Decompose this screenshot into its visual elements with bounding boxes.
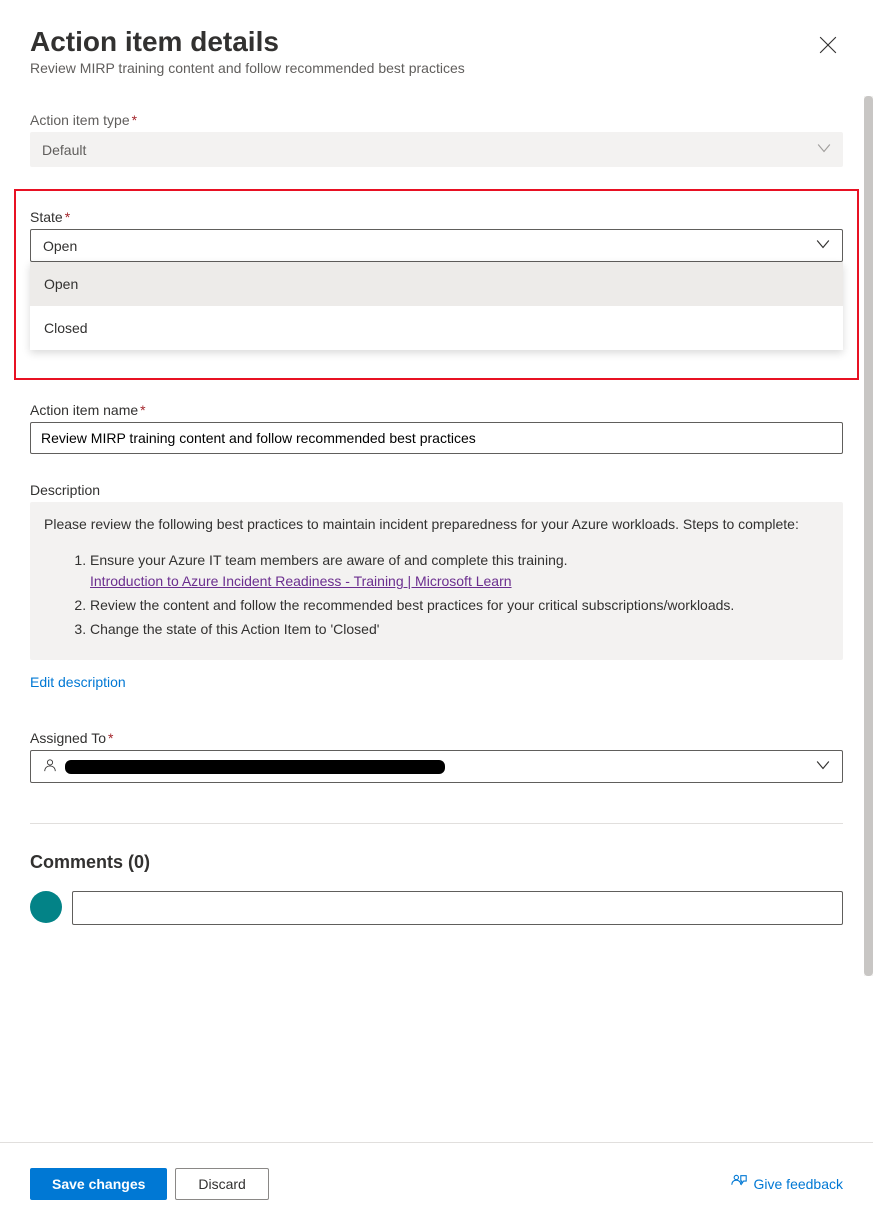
- scrollbar-thumb[interactable]: [864, 96, 873, 976]
- save-button[interactable]: Save changes: [30, 1168, 167, 1200]
- page-title: Action item details: [30, 26, 465, 58]
- discard-button[interactable]: Discard: [175, 1168, 268, 1200]
- assigned-value-redacted: [65, 760, 445, 774]
- comment-input[interactable]: [72, 891, 843, 925]
- description-intro: Please review the following best practic…: [44, 516, 799, 532]
- type-label: Action item type*: [30, 112, 843, 128]
- state-select[interactable]: Open: [30, 229, 843, 262]
- state-value: Open: [43, 238, 77, 254]
- type-value: Default: [42, 142, 86, 158]
- edit-description-link[interactable]: Edit description: [30, 674, 843, 690]
- desc-step-1: Ensure your Azure IT team members are aw…: [90, 550, 829, 593]
- chevron-down-icon: [816, 758, 830, 775]
- person-icon: [43, 758, 57, 775]
- footer: Save changes Discard Give feedback: [0, 1142, 873, 1224]
- description-label: Description: [30, 482, 843, 498]
- desc-step-3: Change the state of this Action Item to …: [90, 619, 829, 641]
- state-dropdown-list: Open Closed: [30, 262, 843, 350]
- feedback-icon: [730, 1173, 748, 1194]
- chevron-down-icon: [816, 237, 830, 254]
- desc-step-2: Review the content and follow the recomm…: [90, 595, 829, 617]
- name-label: Action item name*: [30, 402, 843, 418]
- close-button[interactable]: [813, 30, 843, 63]
- feedback-label: Give feedback: [754, 1176, 844, 1192]
- avatar: [30, 891, 62, 923]
- state-option-closed[interactable]: Closed: [30, 306, 843, 350]
- description-box: Please review the following best practic…: [30, 502, 843, 660]
- state-option-open[interactable]: Open: [30, 262, 843, 306]
- give-feedback-link[interactable]: Give feedback: [730, 1173, 844, 1194]
- page-subtitle: Review MIRP training content and follow …: [30, 60, 465, 76]
- assigned-label: Assigned To*: [30, 730, 843, 746]
- state-highlight: State* Open Open Closed: [14, 189, 859, 380]
- training-link[interactable]: Introduction to Azure Incident Readiness…: [90, 573, 512, 589]
- chevron-down-icon: [817, 141, 831, 158]
- scrollbar[interactable]: [864, 96, 873, 976]
- comments-heading: Comments (0): [30, 852, 843, 873]
- divider: [30, 823, 843, 824]
- state-label: State*: [30, 209, 843, 225]
- close-icon: [819, 42, 837, 57]
- type-select: Default: [30, 132, 843, 167]
- assigned-to-select[interactable]: [30, 750, 843, 783]
- name-input[interactable]: [30, 422, 843, 454]
